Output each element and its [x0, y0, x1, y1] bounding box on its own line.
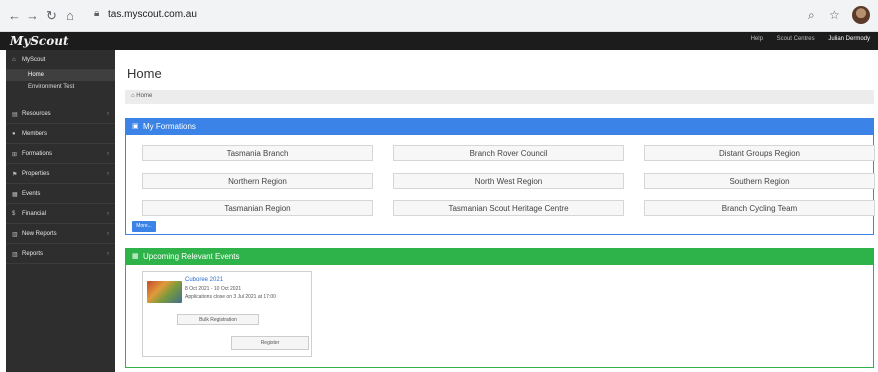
formation-button[interactable]: Branch Rover Council [393, 145, 624, 161]
back-arrow-icon[interactable]: ← [8, 8, 21, 24]
sidebar-item-label: New Reports [22, 231, 57, 237]
sidebar-item-new-reports[interactable]: ▥ New Reports ‹ [6, 224, 115, 244]
bulk-registration-button[interactable]: Bulk Registration [177, 314, 259, 325]
page-title: Home [127, 66, 162, 81]
sidebar-item-formations[interactable]: ⊞ Formations ‹ [6, 144, 115, 164]
sidebar-item-events[interactable]: ▦ Events [6, 184, 115, 204]
sidebar-item-resources[interactable]: ▤ Resources ‹ [6, 104, 115, 124]
sidebar-item-financial[interactable]: $ Financial ‹ [6, 204, 115, 224]
user-menu[interactable]: Julian Dermody [828, 36, 870, 42]
book-icon: ▤ [12, 112, 18, 118]
calendar-icon: ▦ [12, 192, 18, 198]
panel-header: ▦ Upcoming Relevant Events [126, 249, 873, 265]
scout-centres-link[interactable]: Scout Centres [777, 36, 815, 42]
main-content: Home ⌂ Home ▣ My Formations Tasmania Bra… [115, 50, 878, 372]
sidebar: ⌂ MyScout Home Environment Test ▤ Resour… [6, 50, 115, 372]
formation-button[interactable]: North West Region [393, 173, 624, 189]
upcoming-events-panel: ▦ Upcoming Relevant Events Cuboree 2021 … [125, 248, 874, 368]
sidebar-subitem-environment-test[interactable]: Environment Test [6, 82, 115, 93]
sidebar-item-label: Formations [22, 151, 53, 157]
sidebar-item-label: Events [22, 191, 41, 197]
formation-button[interactable]: Northern Region [142, 173, 373, 189]
home-icon: ⌂ [12, 57, 16, 63]
my-formations-panel: ▣ My Formations Tasmania Branch Branch R… [125, 118, 875, 235]
calendar-icon: ▦ [132, 253, 139, 260]
header-links: Help Scout Centres Julian Dermody [739, 36, 870, 42]
chart-icon: ▥ [12, 232, 18, 238]
formation-button[interactable]: Distant Groups Region [644, 145, 875, 161]
chevron-left-icon: ‹ [107, 151, 109, 157]
chevron-left-icon: ‹ [107, 211, 109, 217]
sidebar-item-properties[interactable]: ⚑ Properties ‹ [6, 164, 115, 184]
chevron-left-icon: ‹ [107, 251, 109, 257]
sidebar-item-label: Financial [22, 211, 47, 217]
app-header: MyScout Help Scout Centres Julian Dermod… [0, 32, 878, 50]
sidebar-item-label: Resources [22, 111, 51, 117]
zoom-icon[interactable]: ⌕ [808, 8, 815, 23]
formation-button[interactable]: Southern Region [644, 173, 875, 189]
sidebar-item-label: Members [22, 131, 48, 137]
sidebar-item-myscout[interactable]: ⌂ MyScout [6, 50, 115, 70]
panel-header: ▣ My Formations [126, 119, 873, 135]
panel-title: Upcoming Relevant Events [143, 252, 240, 261]
reload-icon[interactable]: ↻ [46, 8, 57, 24]
panel-title: My Formations [143, 122, 196, 131]
sidebar-subitem-home[interactable]: Home [6, 70, 115, 81]
formation-button[interactable]: Tasmanian Region [142, 200, 373, 216]
flag-icon: ⚑ [12, 172, 18, 178]
chart-icon: ▥ [12, 252, 18, 258]
user-icon: ● [12, 131, 16, 137]
breadcrumb-label: Home [136, 93, 153, 99]
browser-toolbar: ← → ↻ ⌂ 🔒︎ tas.myscout.com.au ⌕ ☆ [0, 0, 878, 32]
breadcrumb: ⌂ Home [125, 90, 874, 104]
app-logo[interactable]: MyScout [10, 34, 69, 48]
lock-icon: 🔒︎ [94, 8, 100, 19]
sidebar-subitem-label: Environment Test [28, 84, 75, 90]
chevron-left-icon: ‹ [107, 171, 109, 177]
sidebar-item-members[interactable]: ● Members [6, 124, 115, 144]
formation-button[interactable]: Tasmania Branch [142, 145, 373, 161]
more-button[interactable]: More... [132, 221, 156, 232]
star-icon[interactable]: ☆ [829, 8, 840, 22]
event-card: Cuboree 2021 8 Oct 2021 - 10 Oct 2021 Ap… [142, 271, 312, 357]
help-link[interactable]: Help [751, 36, 763, 42]
sidebar-subitem-label: Home [28, 72, 45, 78]
url-text[interactable]: tas.myscout.com.au [108, 9, 197, 20]
event-thumbnail [147, 281, 182, 303]
profile-avatar[interactable] [852, 6, 870, 24]
formation-button[interactable]: Tasmanian Scout Heritage Centre [393, 200, 624, 216]
event-name-link[interactable]: Cuboree 2021 [185, 277, 223, 283]
forward-arrow-icon[interactable]: → [26, 8, 39, 24]
sidebar-item-label: MyScout [22, 57, 46, 63]
breadcrumb-home[interactable]: ⌂ Home [131, 93, 152, 99]
event-dates: 8 Oct 2021 - 10 Oct 2021 [185, 286, 242, 292]
sidebar-item-label: Properties [22, 171, 50, 177]
dollar-icon: $ [12, 211, 16, 217]
sitemap-icon: ⊞ [12, 152, 18, 158]
formation-button[interactable]: Branch Cycling Team [644, 200, 875, 216]
sitemap-icon: ▣ [132, 123, 139, 130]
register-button[interactable]: Register [231, 336, 309, 350]
chevron-left-icon: ‹ [107, 111, 109, 117]
chevron-left-icon: ‹ [107, 231, 109, 237]
home-icon[interactable]: ⌂ [66, 8, 74, 24]
event-applications-close: Applications close on 3 Jul 2021 at 17:0… [185, 294, 276, 300]
sidebar-item-reports[interactable]: ▥ Reports ‹ [6, 244, 115, 264]
address-bar[interactable]: 🔒︎ tas.myscout.com.au [94, 6, 834, 26]
sidebar-item-label: Reports [22, 251, 44, 257]
